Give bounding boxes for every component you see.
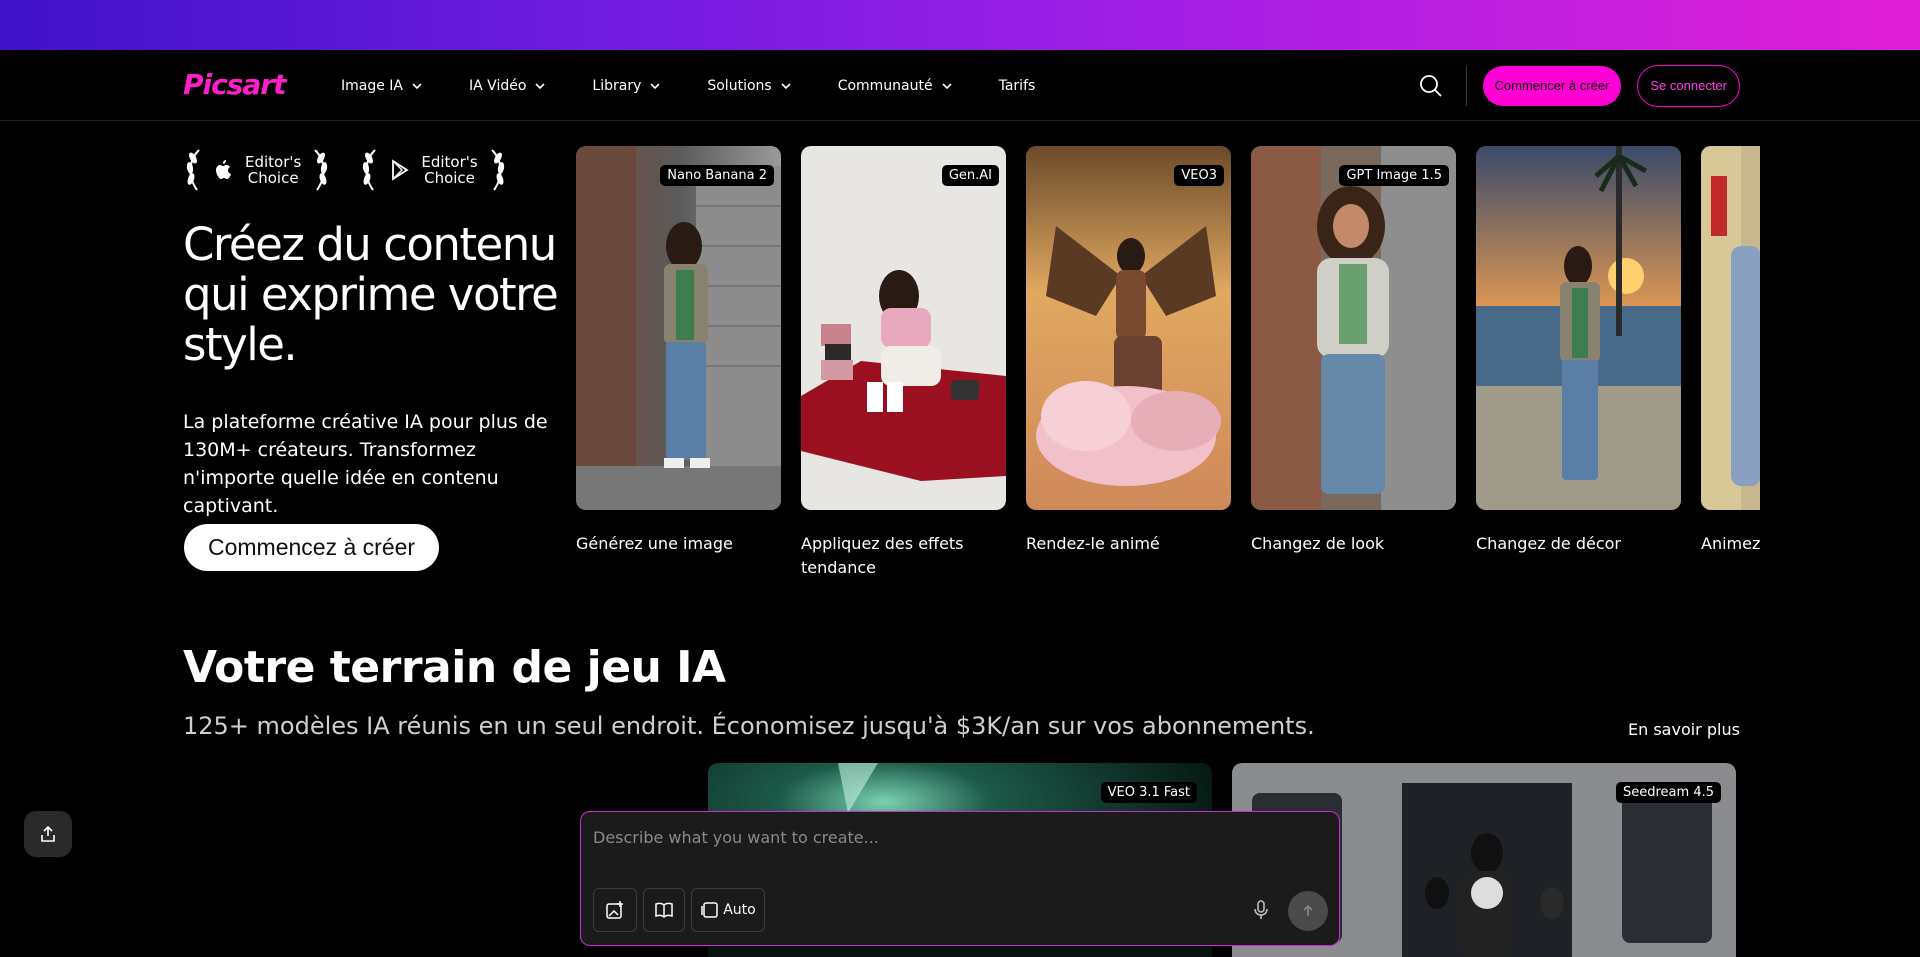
aspect-ratio-button[interactable]: Auto xyxy=(691,888,765,932)
model-badge: VEO 3.1 Fast xyxy=(1100,782,1197,803)
card-image: VEO3 xyxy=(1026,146,1231,510)
chevron-down-icon xyxy=(942,82,952,89)
award-line2: Choice xyxy=(424,169,475,187)
chevron-down-icon xyxy=(650,82,660,89)
nav-item-communaute[interactable]: Communauté xyxy=(838,78,953,94)
chevron-down-icon xyxy=(535,82,545,89)
awards: Editor's Choice Editor's Choice xyxy=(183,146,536,194)
card-label: Générez une image xyxy=(576,534,733,553)
award-apple: Editor's Choice xyxy=(183,146,331,194)
model-badge: VEO3 xyxy=(1174,165,1224,186)
nav-actions: Commencer à créer Se connecter xyxy=(1418,50,1740,121)
hero-title: Créez du contenu qui exprime votre style… xyxy=(183,218,559,371)
card-image: GPT Image 1.5 xyxy=(1251,146,1456,510)
model-badge: Gen.AI xyxy=(941,165,999,186)
prompt-library-button[interactable] xyxy=(643,888,685,932)
nav-item-label: Communauté xyxy=(837,77,933,94)
card-label: Appliquez des effets tendance xyxy=(801,534,964,576)
nav-item-label: IA Vidéo xyxy=(469,77,527,94)
chevron-down-icon xyxy=(781,82,791,89)
card-label: Rendez-le animé xyxy=(1026,534,1160,553)
apple-icon xyxy=(216,160,231,179)
add-image-button[interactable] xyxy=(593,888,637,932)
card-label: Animez- xyxy=(1701,534,1760,553)
nav-item-tarifs[interactable]: Tarifs xyxy=(999,78,1036,94)
nav-item-label: Tarifs xyxy=(998,77,1036,94)
model-badge: Seedream 4.5 xyxy=(1616,782,1721,803)
nav-item-image-ia[interactable]: Image IA xyxy=(341,78,423,94)
search-icon[interactable] xyxy=(1418,73,1444,99)
model-badge: Nano Banana 2 xyxy=(660,165,774,186)
model-badge: GPT Image 1.5 xyxy=(1339,165,1449,186)
navbar: Picsart Image IA IA Vidéo Library Soluti… xyxy=(0,50,1920,121)
laurel-right-icon xyxy=(314,149,328,191)
login-button[interactable]: Se connecter xyxy=(1637,64,1740,107)
hero-description: La plateforme créative IA pour plus de 1… xyxy=(183,411,548,517)
award-line1: Editor's xyxy=(421,153,478,171)
card-label: Changez de look xyxy=(1251,534,1385,553)
prompt-composer: Auto xyxy=(580,811,1340,946)
nav-item-label: Solutions xyxy=(707,77,772,94)
learn-more-link[interactable]: En savoir plus xyxy=(1628,720,1740,739)
card-trending-effects[interactable]: Gen.AI Appliquez des effets tendance xyxy=(801,146,1006,576)
nav-item-label: Image IA xyxy=(341,77,404,94)
nav-item-library[interactable]: Library xyxy=(592,78,661,94)
share-button[interactable] xyxy=(24,811,72,857)
nav-item-ia-video[interactable]: IA Vidéo xyxy=(469,78,546,94)
share-icon xyxy=(41,825,55,842)
promo-banner xyxy=(0,0,1920,50)
nav-menu: Image IA IA Vidéo Library Solutions Comm… xyxy=(341,50,1081,121)
award-line1: Editor's xyxy=(245,153,302,171)
section-subtitle: 125+ modèles IA réunis en un seul endroi… xyxy=(183,712,1315,740)
nav-item-solutions[interactable]: Solutions xyxy=(707,78,791,94)
nav-divider xyxy=(1465,65,1467,106)
card-animate[interactable]: VEO3 Rendez-le animé xyxy=(1026,146,1231,556)
award-text: Editor's Choice xyxy=(245,154,301,186)
card-image: Nano Banana 2 xyxy=(576,146,781,510)
nav-item-label: Library xyxy=(592,77,642,94)
card-image xyxy=(1476,146,1681,510)
start-creating-button[interactable]: Commencer à créer xyxy=(1482,65,1622,106)
card-image: Gen.AI xyxy=(801,146,1006,510)
laurel-left-icon xyxy=(363,149,377,191)
card-label: Changez de décor xyxy=(1476,534,1621,553)
card-animate-partial[interactable]: Animez- xyxy=(1701,146,1760,556)
card-change-look[interactable]: GPT Image 1.5 Changez de look xyxy=(1251,146,1456,556)
card-generate-image[interactable]: Nano Banana 2 Générez une image xyxy=(576,146,781,556)
card-image xyxy=(1701,146,1760,510)
picsart-logo[interactable]: Picsart xyxy=(183,68,286,101)
aspect-ratio-icon xyxy=(701,902,718,918)
book-icon xyxy=(655,902,673,919)
award-play-store: Editor's Choice xyxy=(359,146,507,194)
play-store-icon xyxy=(392,159,410,181)
microphone-icon[interactable] xyxy=(1249,898,1273,922)
feature-cards: Nano Banana 2 Générez une image Gen.AI A… xyxy=(576,146,1760,576)
laurel-left-icon xyxy=(186,149,200,191)
section-title: Votre terrain de jeu IA xyxy=(183,642,726,693)
chevron-down-icon xyxy=(412,82,422,89)
arrow-up-icon xyxy=(1303,904,1313,916)
add-image-icon xyxy=(606,901,623,919)
award-text: Editor's Choice xyxy=(421,154,477,186)
aspect-ratio-label: Auto xyxy=(723,902,756,918)
hero-cta-button[interactable]: Commencez à créer xyxy=(184,524,440,571)
award-line2: Choice xyxy=(247,169,299,187)
prompt-input[interactable] xyxy=(593,824,1293,850)
send-button[interactable] xyxy=(1288,891,1328,931)
laurel-right-icon xyxy=(490,149,504,191)
card-change-scenery[interactable]: Changez de décor xyxy=(1476,146,1681,556)
